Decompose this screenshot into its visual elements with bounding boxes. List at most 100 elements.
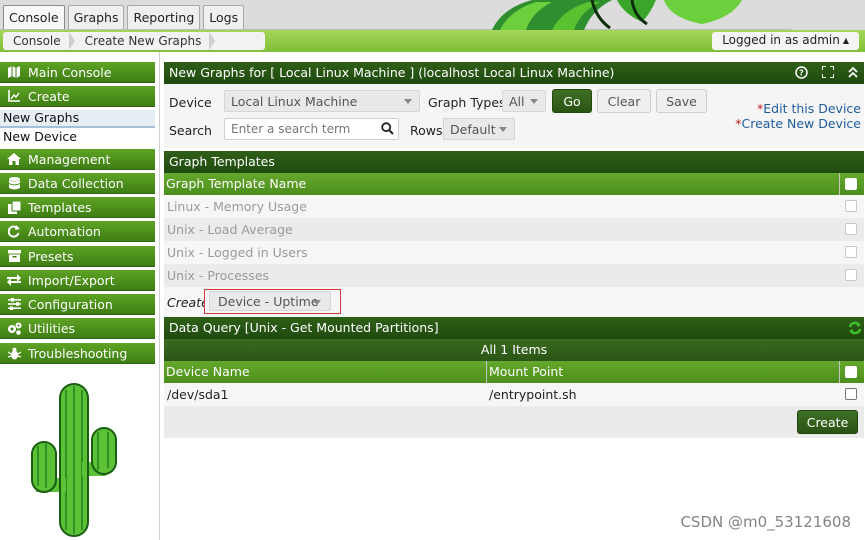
panel-title: New Graphs for [ Local Linux Machine ] (…: [169, 65, 615, 80]
rows-select[interactable]: Default: [443, 118, 515, 140]
chevron-down-icon: [530, 99, 538, 104]
sidebar-item-label: Troubleshooting: [28, 345, 128, 361]
create-label: Create: [167, 295, 209, 310]
watermark: CSDN @m0_53121608: [680, 513, 851, 531]
row-checkbox[interactable]: [845, 269, 857, 281]
sliders-icon: [6, 298, 22, 310]
logged-in-label: Logged in as admin: [722, 33, 840, 47]
table-row[interactable]: Unix - Load Average: [164, 218, 864, 241]
search-input[interactable]: Enter a search term: [224, 118, 399, 140]
chevron-down-icon: [313, 300, 321, 305]
create-device-link[interactable]: *Create New Device: [735, 116, 861, 131]
table-row[interactable]: Unix - Processes: [164, 264, 864, 287]
home-icon: [6, 153, 22, 165]
chevron-down-icon: [499, 127, 507, 132]
sidebar-item-import-export[interactable]: Import/Export: [0, 270, 155, 291]
table-row[interactable]: Unix - Logged in Users: [164, 241, 864, 264]
data-query-title: Data Query [Unix - Get Mounted Partition…: [169, 320, 439, 335]
template-name: Unix - Logged in Users: [167, 245, 308, 260]
create-template-row: Create Device - Uptime: [164, 287, 864, 317]
graph-types-select[interactable]: All: [502, 90, 546, 112]
tab-reporting[interactable]: Reporting: [127, 5, 201, 29]
tab-logs[interactable]: Logs: [203, 5, 245, 29]
column-divider: [839, 173, 840, 195]
template-name: Unix - Processes: [167, 268, 270, 283]
sidebar-subitem-new-graphs[interactable]: New Graphs: [0, 110, 155, 128]
chevron-down-icon: [404, 99, 412, 104]
tab-console[interactable]: Console: [3, 5, 65, 29]
caret-up-icon: ▲: [842, 36, 849, 45]
reload-icon[interactable]: [848, 321, 862, 338]
device-label: Device: [169, 95, 212, 110]
device-select[interactable]: Local Linux Machine: [224, 90, 420, 112]
edit-device-link[interactable]: *Edit this Device: [757, 101, 861, 116]
device-name-column: Device Name: [166, 364, 250, 379]
sidebar-item-templates[interactable]: Templates: [0, 197, 155, 218]
user-menu[interactable]: Logged in as admin ▲: [712, 32, 859, 50]
panel-header-icons: ?: [795, 65, 858, 82]
sidebar-item-data-collection[interactable]: Data Collection: [0, 173, 155, 194]
top-tabs: Console Graphs Reporting Logs: [3, 5, 245, 29]
sidebar-item-utilities[interactable]: Utilities: [0, 318, 155, 339]
save-button[interactable]: Save: [656, 89, 707, 113]
create-device-label: Create New Device: [741, 116, 862, 131]
row-checkbox[interactable]: [845, 246, 857, 258]
collapse-up-icon[interactable]: [848, 66, 858, 82]
table-row[interactable]: Linux - Memory Usage: [164, 195, 864, 218]
filter-area: Device Local Linux Machine Graph Types A…: [164, 84, 864, 148]
mount-point-cell: /entrypoint.sh: [489, 387, 577, 402]
row-checkbox[interactable]: [845, 200, 857, 212]
create-graph-template-value: Device - Uptime: [218, 294, 319, 309]
sidebar-item-label: Import/Export: [28, 272, 115, 288]
select-all-partitions-checkbox[interactable]: [845, 366, 857, 378]
sidebar-item-label: Utilities: [28, 320, 76, 336]
chart-icon: [6, 90, 22, 102]
create-graph-template-select[interactable]: Device - Uptime: [209, 291, 331, 311]
sidebar-item-main-console[interactable]: Main Console: [0, 62, 155, 83]
bug-icon: [6, 347, 22, 360]
refresh-icon: [6, 224, 22, 238]
select-all-templates-checkbox[interactable]: [845, 178, 857, 190]
sidebar-item-management[interactable]: Management: [0, 149, 155, 170]
row-checkbox[interactable]: [845, 223, 857, 235]
sidebar-item-create[interactable]: Create: [0, 86, 155, 107]
sidebar-item-label: Create: [28, 88, 70, 104]
breadcrumb-create-new-graphs[interactable]: Create New Graphs: [75, 34, 210, 48]
search-placeholder: Enter a search term: [231, 122, 351, 136]
help-icon[interactable]: ?: [795, 66, 808, 82]
sidebar-item-label: Configuration: [28, 296, 113, 312]
sidebar-item-troubleshooting[interactable]: Troubleshooting: [0, 343, 155, 364]
data-query-header: Data Query [Unix - Get Mounted Partition…: [164, 317, 864, 339]
search-icon[interactable]: [381, 122, 394, 138]
sidebar-item-automation[interactable]: Automation: [0, 221, 155, 242]
panel-header: New Graphs for [ Local Linux Machine ] (…: [164, 62, 864, 84]
clear-button[interactable]: Clear: [597, 89, 651, 113]
go-button[interactable]: Go: [552, 89, 592, 113]
sidebar-item-label: Data Collection: [28, 175, 124, 191]
breadcrumb-separator-icon: [209, 32, 216, 50]
graph-template-name-column: Graph Template Name: [166, 176, 307, 191]
rows-select-value: Default: [450, 122, 496, 137]
sidebar-item-presets[interactable]: Presets: [0, 246, 155, 267]
graph-types-value: All: [509, 94, 525, 109]
items-count-label: All 1 Items: [480, 342, 548, 357]
tab-graphs[interactable]: Graphs: [67, 5, 125, 29]
graph-templates-column-header: Graph Template Name: [164, 173, 864, 195]
template-name: Unix - Load Average: [167, 222, 293, 237]
breadcrumb-console[interactable]: Console: [3, 34, 69, 48]
sidebar-item-label: Automation: [28, 223, 101, 239]
column-divider: [486, 361, 487, 383]
table-row[interactable]: /dev/sda1 /entrypoint.sh: [164, 383, 864, 406]
cogs-icon: [6, 322, 22, 335]
create-button[interactable]: Create: [797, 410, 858, 434]
search-label: Search: [169, 123, 212, 138]
mount-point-column: Mount Point: [489, 364, 564, 379]
row-checkbox[interactable]: [845, 388, 857, 400]
expand-icon[interactable]: [821, 65, 835, 82]
sidebar-subitem-new-device[interactable]: New Device: [0, 129, 155, 147]
graph-templates-title: Graph Templates: [169, 154, 275, 169]
cactus-banner-logo: [492, 0, 865, 30]
sidebar-item-label: Presets: [28, 248, 74, 264]
sidebar-item-configuration[interactable]: Configuration: [0, 294, 155, 315]
cactus-logo: [31, 383, 117, 537]
